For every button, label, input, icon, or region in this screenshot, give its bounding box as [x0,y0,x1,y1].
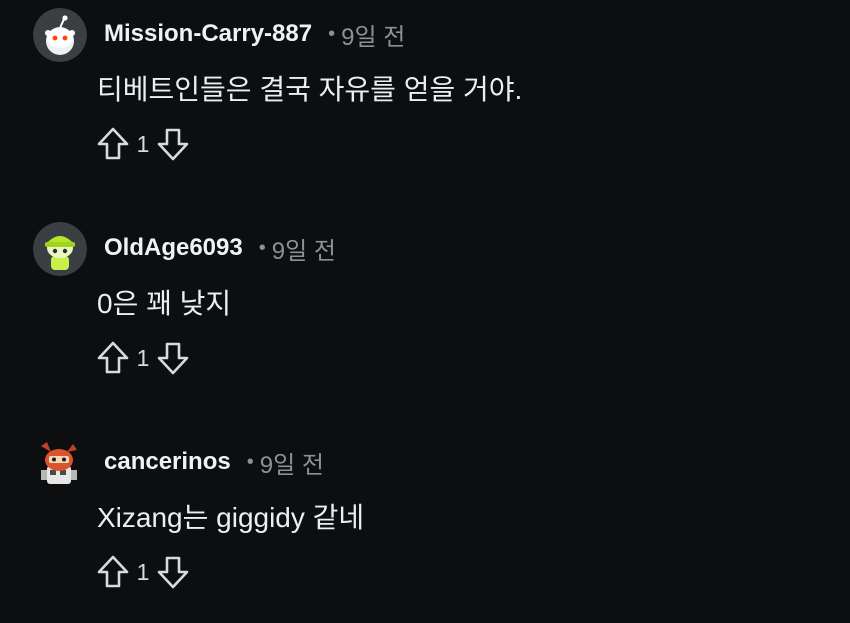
username[interactable]: cancerinos [104,448,231,476]
downvote-arrow-icon [157,128,189,161]
vote-count: 1 [136,558,150,585]
upvote-button[interactable] [94,338,132,378]
snoo-default-avatar-icon [33,8,87,62]
downvote-button[interactable] [154,552,192,592]
comment-text: 0은 꽤 낮지 [97,288,232,319]
upvote-button[interactable] [94,124,132,164]
vote-bar: 1 [94,338,192,378]
comment-text: Xizang는 giggidy 같네 [97,502,365,533]
downvote-button[interactable] [154,124,192,164]
separator-dot: • [328,22,336,45]
vote-bar: 1 [94,124,192,164]
downvote-arrow-icon [157,556,189,589]
downvote-arrow-icon [157,342,189,375]
downvote-button[interactable] [154,338,192,378]
timestamp: 9일 전 [271,237,336,265]
username[interactable]: OldAge6093 [104,234,243,262]
vote-bar: 1 [94,552,192,592]
username[interactable]: Mission-Carry-887 [104,20,312,48]
user-avatar[interactable] [33,436,87,490]
timestamp: 9일 전 [259,451,324,479]
timestamp: 9일 전 [341,23,406,51]
upvote-arrow-icon [97,127,129,160]
upvote-arrow-icon [97,555,129,588]
vote-count: 1 [136,344,150,371]
user-avatar[interactable] [33,222,87,276]
comment-meta: Mission-Carry-887 • 9일 전 [104,18,406,51]
upvote-button[interactable] [94,552,132,592]
user-avatar[interactable] [33,8,87,62]
upvote-arrow-icon [97,341,129,374]
snoo-robot-avatar-icon [41,442,77,484]
snoo-green-avatar-icon [33,222,87,276]
separator-dot: • [258,236,266,259]
comment-text: 티베트인들은 결국 자유를 얻을 거야. [97,74,523,105]
comment-meta: cancerinos • 9일 전 [104,446,324,479]
separator-dot: • [246,450,254,473]
vote-count: 1 [136,130,150,157]
comment-meta: OldAge6093 • 9일 전 [104,232,336,265]
